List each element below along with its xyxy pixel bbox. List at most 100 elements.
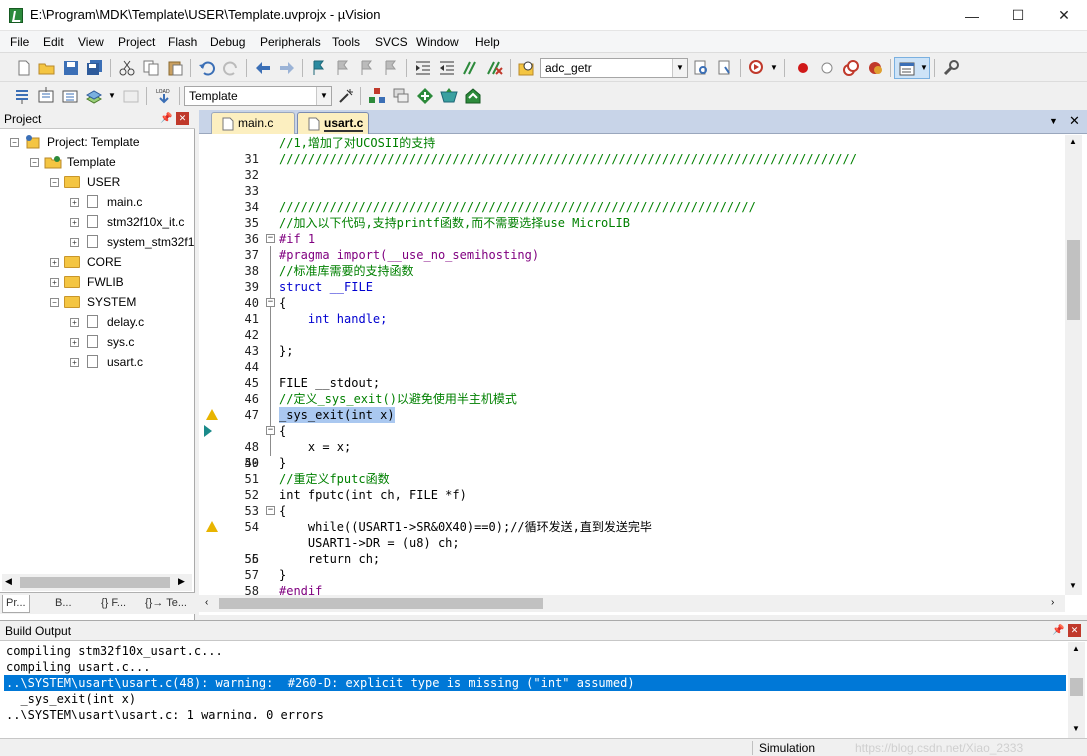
target-combo[interactable]: Template ▼ [184, 86, 332, 106]
disable-all-breakpoints-icon[interactable] [842, 59, 860, 77]
build-line-selected[interactable]: ..\SYSTEM\usart\usart.c(48): warning: #2… [4, 675, 1066, 691]
code-area[interactable]: 31 //1,增加了对UCOSII的支持 32 ////////////////… [199, 135, 1067, 595]
software-packs-icon[interactable] [464, 87, 482, 105]
paste-icon[interactable] [166, 59, 184, 77]
tab-functions[interactable]: {} F... [98, 595, 129, 613]
next-bookmark-icon[interactable] [358, 59, 376, 77]
menu-view[interactable]: View [78, 35, 104, 49]
tab-main-c[interactable]: main.c [211, 112, 295, 134]
indent-icon[interactable] [414, 59, 432, 77]
debug-session-icon[interactable] [748, 59, 766, 77]
warning-icon[interactable] [206, 521, 218, 532]
close-button[interactable]: ✕ [1041, 0, 1087, 31]
undo-icon[interactable] [198, 59, 216, 77]
new-file-icon[interactable] [15, 59, 33, 77]
editor-hscrollbar[interactable]: ‹ › [199, 595, 1065, 612]
window-layout-button[interactable]: ▼ [894, 57, 930, 79]
bookmark-icon[interactable] [310, 59, 328, 77]
uncomment-icon[interactable] [486, 59, 504, 77]
clear-bookmarks-icon[interactable] [382, 59, 400, 77]
nav-back-icon[interactable] [254, 59, 272, 77]
pack-installer-icon[interactable] [440, 87, 458, 105]
find-in-files-icon[interactable] [518, 59, 536, 77]
save-all-icon[interactable] [86, 59, 104, 77]
scroll-left-icon[interactable]: ◀ [5, 576, 12, 587]
tab-usart-c[interactable]: usart.c [297, 112, 369, 134]
pin-icon[interactable]: 📌 [160, 113, 172, 124]
scroll-right-icon[interactable]: ▶ [178, 576, 185, 587]
tab-project[interactable]: Pr... [2, 595, 30, 613]
tab-list-dropdown-icon[interactable]: ▼ [1049, 116, 1058, 126]
build-line[interactable]: _sys_exit(int x) [4, 691, 1066, 707]
scroll-thumb[interactable] [20, 577, 170, 588]
menu-help[interactable]: Help [475, 35, 500, 49]
comment-icon[interactable] [462, 59, 480, 77]
tab-books[interactable]: B... [52, 595, 75, 613]
menu-tools[interactable]: Tools [332, 35, 360, 49]
pin-icon[interactable]: 📌 [1052, 625, 1064, 636]
configure-icon[interactable] [942, 59, 960, 77]
build-line[interactable]: compiling stm32f10x_usart.c... [4, 643, 1066, 659]
build-line[interactable]: ..\SYSTEM\usart\usart.c: 1 warning, 0 er… [4, 707, 1066, 719]
menu-window[interactable]: Window [416, 35, 459, 49]
scroll-up-icon[interactable]: ▲ [1072, 644, 1080, 653]
kill-all-breakpoints-icon[interactable] [866, 59, 884, 77]
close-panel-icon[interactable]: ✕ [1068, 624, 1081, 637]
menu-peripherals[interactable]: Peripherals [260, 35, 321, 49]
batch-dropdown-icon[interactable]: ▼ [108, 91, 116, 100]
scroll-thumb[interactable] [1067, 240, 1080, 320]
manage-components-icon[interactable] [368, 87, 386, 105]
menu-file[interactable]: File [10, 35, 29, 49]
copy-icon[interactable] [142, 59, 160, 77]
download-load-icon[interactable]: LOAD [155, 87, 173, 105]
menu-svcs[interactable]: SVCS [375, 35, 408, 49]
unindent-icon[interactable] [438, 59, 456, 77]
editor-vscrollbar[interactable]: ▲ ▼ [1065, 135, 1082, 595]
expand-icon[interactable]: + [50, 258, 59, 267]
save-icon[interactable] [62, 59, 80, 77]
open-file-icon[interactable] [38, 59, 56, 77]
close-panel-icon[interactable]: ✕ [176, 112, 189, 125]
scroll-up-icon[interactable]: ▲ [1069, 137, 1077, 146]
fold-toggle-icon[interactable]: − [266, 426, 275, 435]
enable-breakpoint-icon[interactable] [818, 59, 836, 77]
build-icon[interactable] [37, 87, 55, 105]
tab-templates[interactable]: {}→ Te... [142, 595, 190, 613]
maximize-button[interactable]: ☐ [995, 0, 1041, 31]
incremental-find-icon[interactable] [716, 59, 734, 77]
find-combo[interactable]: adc_getr ▼ [540, 58, 688, 78]
scroll-right-icon[interactable]: › [1051, 597, 1054, 608]
scroll-thumb[interactable] [219, 598, 543, 609]
insert-breakpoint-icon[interactable] [794, 59, 812, 77]
stop-build-icon[interactable] [122, 87, 140, 105]
collapse-icon[interactable]: − [10, 138, 19, 147]
menu-edit[interactable]: Edit [43, 35, 64, 49]
collapse-icon[interactable]: − [30, 158, 39, 167]
prev-bookmark-icon[interactable] [334, 59, 352, 77]
build-line[interactable]: compiling usart.c... [4, 659, 1066, 675]
translate-icon[interactable] [13, 87, 31, 105]
file-extensions-icon[interactable] [392, 87, 410, 105]
fold-toggle-icon[interactable]: − [266, 298, 275, 307]
menu-debug[interactable]: Debug [210, 35, 245, 49]
scroll-thumb[interactable] [1070, 678, 1083, 696]
menu-project[interactable]: Project [118, 35, 155, 49]
expand-icon[interactable]: + [70, 238, 79, 247]
nav-forward-icon[interactable] [278, 59, 296, 77]
rebuild-icon[interactable] [61, 87, 79, 105]
collapse-icon[interactable]: − [50, 298, 59, 307]
scroll-left-icon[interactable]: ‹ [205, 597, 208, 608]
fold-toggle-icon[interactable]: − [266, 506, 275, 515]
warning-icon[interactable] [206, 409, 218, 420]
fold-toggle-icon[interactable]: − [266, 234, 275, 243]
scroll-down-icon[interactable]: ▼ [1069, 581, 1077, 590]
expand-icon[interactable]: + [70, 318, 79, 327]
expand-icon[interactable]: + [70, 198, 79, 207]
chevron-down-icon[interactable]: ▼ [316, 87, 331, 105]
expand-icon[interactable]: + [70, 218, 79, 227]
collapse-icon[interactable]: − [50, 178, 59, 187]
build-vscrollbar[interactable]: ▲ ▼ [1068, 642, 1085, 739]
chevron-down-icon[interactable]: ▼ [672, 59, 687, 77]
target-options-icon[interactable] [337, 87, 355, 105]
expand-icon[interactable]: + [70, 338, 79, 347]
